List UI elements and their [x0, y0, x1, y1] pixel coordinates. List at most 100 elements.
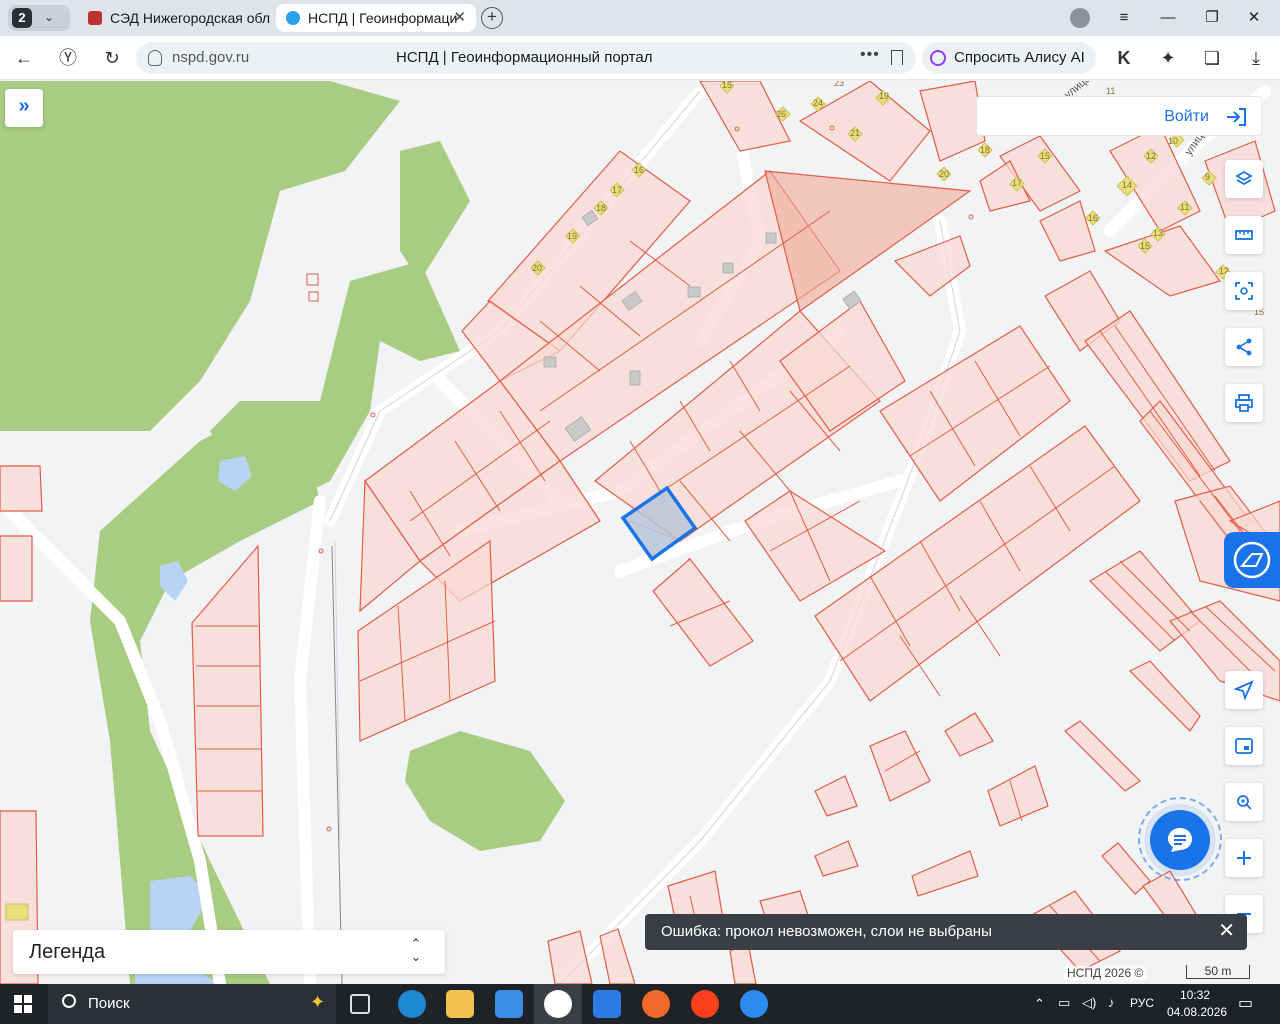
page-title: НСПД | Геоинформационный портал — [396, 49, 653, 66]
back-icon[interactable]: ← — [12, 46, 36, 70]
browser-tab-bar: 2 ⌄ СЭД Нижегородская обл НСПД | Геоинфо… — [0, 0, 1280, 36]
svg-text:17: 17 — [1012, 178, 1022, 188]
chat-icon — [1168, 828, 1192, 852]
volume-icon[interactable]: ◁) — [1082, 995, 1096, 1011]
svg-text:19: 19 — [567, 231, 577, 241]
svg-text:16: 16 — [1088, 213, 1098, 223]
yandex-browser-icon[interactable] — [544, 990, 572, 1018]
network-icon[interactable]: ▭ — [1058, 995, 1070, 1011]
minimap-button[interactable] — [1225, 727, 1263, 765]
nspd-services-tab[interactable] — [1224, 532, 1280, 588]
chat-button[interactable] — [1150, 810, 1210, 870]
bookmark-icon[interactable] — [891, 50, 903, 65]
print-button[interactable] — [1225, 384, 1263, 422]
tab-title: СЭД Нижегородская обл — [110, 10, 270, 26]
map-base-layer: 15 23 19 24 26 21 20 18 17 16 18 19 20 1… — [0, 81, 1280, 984]
svg-text:19: 19 — [879, 91, 889, 101]
close-toast-icon[interactable]: ✕ — [1218, 920, 1235, 942]
extension-k-icon[interactable]: K — [1112, 46, 1136, 70]
clock-date[interactable]: 04.08.2026 — [1167, 1005, 1227, 1019]
site-info-icon[interactable] — [148, 50, 162, 66]
taskbar-search[interactable]: Поиск ✦ — [48, 984, 336, 1024]
navigation-arrow-icon — [1234, 680, 1254, 700]
firefox-icon[interactable] — [642, 990, 670, 1018]
app-icon[interactable] — [740, 990, 768, 1018]
expand-sidebar-button[interactable]: » — [5, 89, 43, 127]
share-icon — [1236, 338, 1252, 356]
yandex-icon[interactable]: Ⓨ — [56, 46, 80, 70]
download-icon[interactable]: ⤓ — [1244, 46, 1268, 70]
svg-text:9: 9 — [1205, 172, 1210, 182]
search-icon — [62, 994, 76, 1008]
svg-text:15: 15 — [1140, 241, 1150, 251]
new-tab-button[interactable]: + — [481, 7, 503, 29]
microphone-icon[interactable]: ♪ — [1108, 995, 1115, 1010]
svg-text:24: 24 — [813, 98, 823, 108]
copyright: НСПД 2026 © — [1064, 966, 1147, 980]
close-tab-icon[interactable]: ✕ — [453, 4, 466, 32]
restore-button[interactable]: ❐ — [1200, 6, 1224, 30]
measure-button[interactable] — [1225, 216, 1263, 254]
share-button[interactable] — [1225, 328, 1263, 366]
geolocation-button[interactable] — [1225, 671, 1263, 709]
svg-text:18: 18 — [596, 203, 606, 213]
chevron-down-icon: ⌄ — [44, 10, 55, 24]
svg-text:20: 20 — [532, 263, 542, 273]
layers-button[interactable] — [1225, 160, 1263, 198]
search-location-button[interactable] — [1225, 783, 1263, 821]
file-explorer-icon[interactable] — [446, 990, 474, 1018]
tab-nspd[interactable]: НСПД | Геоинформаци ✕ — [276, 4, 476, 32]
outlook-icon[interactable] — [593, 990, 621, 1018]
select-area-icon — [1235, 282, 1253, 300]
close-window-button[interactable]: ✕ — [1242, 6, 1266, 30]
clock-time[interactable]: 10:32 — [1180, 988, 1210, 1002]
task-view-icon[interactable] — [350, 994, 370, 1014]
url-field[interactable]: nspd.gov.ru НСПД | Геоинформационный пор… — [136, 42, 916, 74]
language-indicator[interactable]: РУС — [1130, 996, 1154, 1010]
svg-text:16: 16 — [634, 165, 644, 175]
profile-icon[interactable] — [1070, 8, 1090, 28]
login-icon — [1227, 108, 1246, 126]
zoom-in-button[interactable] — [1225, 839, 1263, 877]
address-bar: ← Ⓨ ↻ nspd.gov.ru НСПД | Геоинформационн… — [0, 36, 1280, 80]
legend-panel[interactable]: Легенда ⌃ ⌄ — [13, 930, 445, 974]
map-canvas[interactable]: 15 23 19 24 26 21 20 18 17 16 18 19 20 1… — [0, 81, 1280, 984]
svg-text:23: 23 — [834, 81, 844, 88]
tab-counter-button[interactable]: 2 ⌄ — [8, 5, 70, 31]
svg-text:18: 18 — [980, 145, 990, 155]
yandex-icon[interactable] — [691, 990, 719, 1018]
nspd-logo-icon — [1233, 541, 1271, 579]
minimize-button[interactable]: — — [1156, 6, 1180, 30]
store-icon[interactable] — [495, 990, 523, 1018]
scale-bar: 50 m — [1186, 965, 1250, 979]
ask-alice-button[interactable]: Спросить Алису AI — [922, 42, 1096, 74]
reload-icon[interactable]: ↻ — [100, 46, 124, 70]
collections-icon[interactable]: ❏ — [1200, 46, 1224, 70]
login-button[interactable]: Войти — [976, 96, 1262, 136]
taskbar-search-label: Поиск — [88, 995, 130, 1012]
select-area-button[interactable] — [1225, 272, 1263, 310]
svg-text:12: 12 — [1146, 151, 1156, 161]
extensions-icon[interactable]: ✦ — [1156, 46, 1180, 70]
windows-start-icon[interactable] — [14, 995, 32, 1013]
more-icon[interactable]: ••• — [860, 46, 880, 64]
svg-text:15: 15 — [722, 81, 732, 90]
notifications-icon[interactable]: ▭ — [1238, 993, 1253, 1013]
power-line — [331, 545, 343, 984]
tab-count: 2 — [12, 8, 32, 28]
plus-icon — [1237, 851, 1251, 865]
sed-favicon-icon — [88, 11, 102, 25]
tab-sed[interactable]: СЭД Нижегородская обл — [78, 4, 270, 32]
alice-icon — [930, 50, 946, 66]
menu-icon[interactable]: ≡ — [1112, 6, 1136, 30]
expand-collapse-icon[interactable]: ⌃ ⌄ — [409, 937, 423, 963]
edge-legacy-icon[interactable] — [398, 990, 426, 1018]
sparkle-icon: ✦ — [310, 992, 326, 1012]
url-text: nspd.gov.ru — [172, 49, 250, 66]
svg-text:20: 20 — [939, 169, 949, 179]
svg-text:15: 15 — [1040, 151, 1050, 161]
minimap-icon — [1235, 738, 1253, 754]
tray-chevron-icon[interactable]: ⌃ — [1034, 996, 1045, 1012]
double-chevron-right-icon: » — [18, 95, 30, 117]
print-icon — [1235, 394, 1253, 412]
